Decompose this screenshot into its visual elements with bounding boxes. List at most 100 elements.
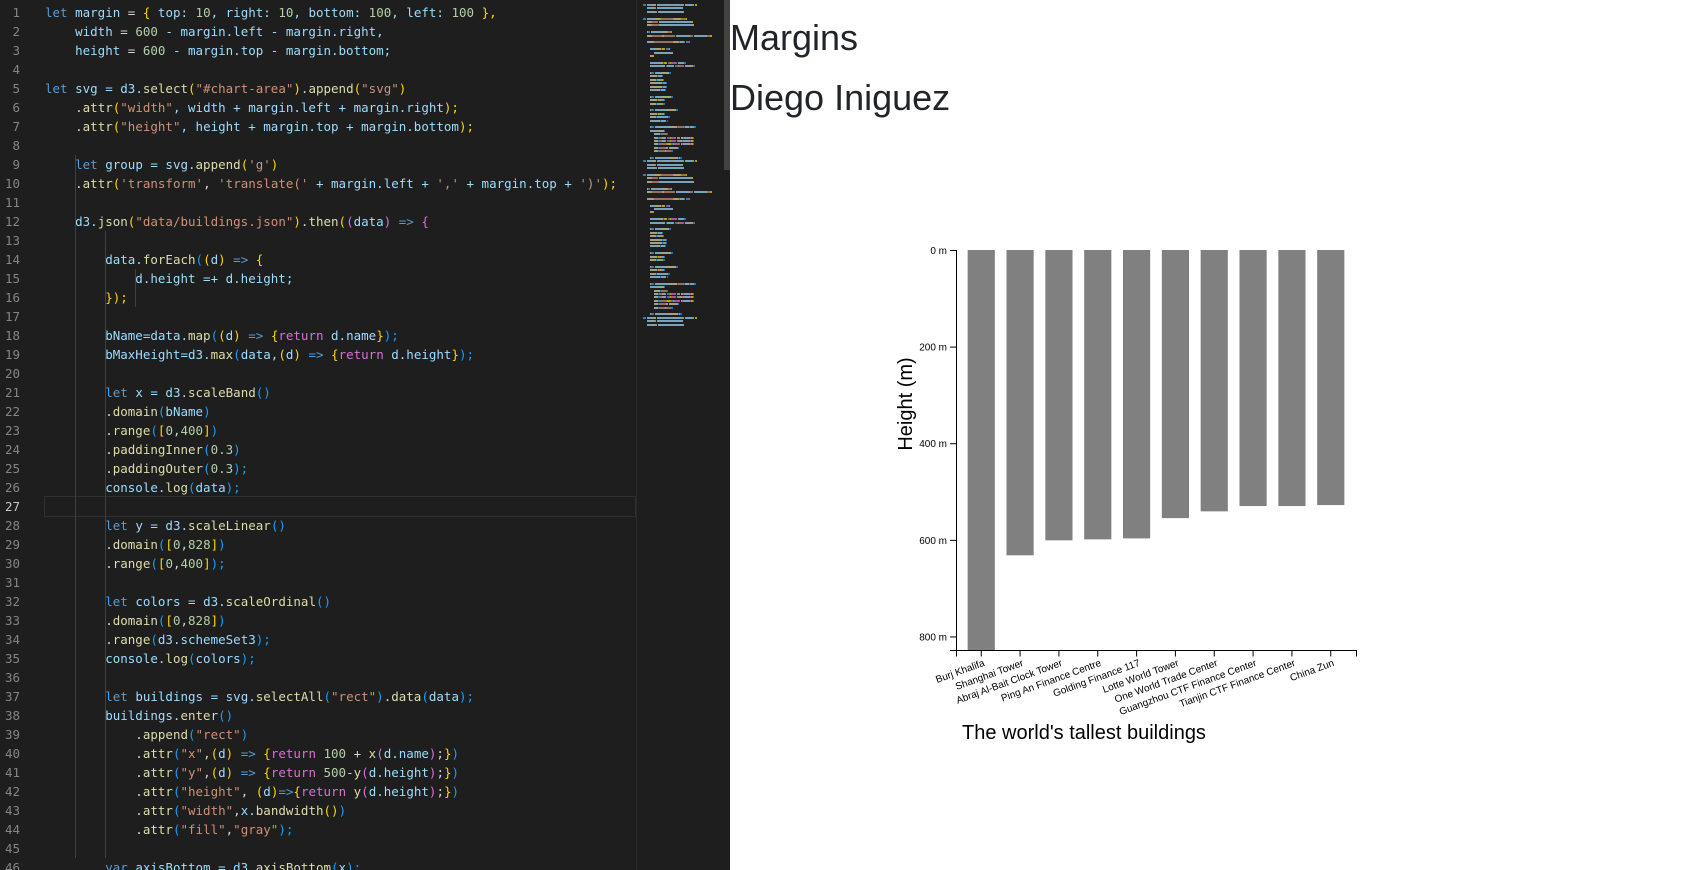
- code-line[interactable]: let margin = { top: 10, right: 10, botto…: [45, 3, 497, 22]
- minimap-line: [663, 191, 675, 193]
- code-line[interactable]: let buildings = svg.selectAll("rect").da…: [45, 687, 474, 706]
- bar: [1006, 250, 1034, 556]
- code-line[interactable]: let x = d3.scaleBand(): [45, 383, 271, 402]
- minimap-line: [690, 21, 693, 23]
- minimap-line: [664, 269, 666, 272]
- minimap-line: [676, 265, 679, 268]
- minimap-line: [653, 7, 657, 10]
- minimap-line: [654, 282, 664, 285]
- minimap-line: [675, 191, 690, 193]
- line-number: 36: [4, 670, 20, 685]
- line-number: 26: [4, 480, 20, 495]
- minimap-line: [651, 157, 654, 159]
- code-line[interactable]: .attr("width", width + margin.left + mar…: [45, 98, 459, 117]
- minimap-line: [666, 133, 668, 136]
- code-editor[interactable]: 1 2 3 4 5 6 7 8 9 10 11 12 13 14 15 16 17 18 19 20 21 22 23 24 2…: [0, 0, 730, 870]
- code-line[interactable]: .range([0,400]);: [45, 554, 225, 573]
- minimap-line: [674, 143, 680, 146]
- minimap-line: [665, 136, 667, 139]
- bar: [1317, 250, 1345, 506]
- line-number: 27: [4, 499, 20, 514]
- code-line[interactable]: d3.json("data/buildings.json").then((dat…: [45, 212, 429, 231]
- code-line[interactable]: let svg = d3.select("#chart-area").appen…: [45, 79, 406, 98]
- minimap-line: [653, 320, 657, 323]
- code-line[interactable]: .domain(bName): [45, 402, 210, 421]
- minimap-line: [665, 82, 667, 85]
- minimap-line: [682, 299, 690, 302]
- code-line[interactable]: bName=data.map((d) => {return d.name});: [45, 326, 399, 345]
- code-line[interactable]: .range(d3.schemeSet3);: [45, 630, 271, 649]
- minimap-line: [670, 296, 677, 299]
- code-line[interactable]: var axisBottom = d3.axisBottom(x);: [45, 858, 361, 870]
- minimap-line: [665, 61, 667, 64]
- minimap-line: [678, 65, 684, 68]
- minimap[interactable]: [636, 0, 725, 870]
- line-number: 44: [4, 822, 20, 837]
- minimap-line: [652, 24, 660, 27]
- code-line[interactable]: d.height =+ d.height;: [45, 269, 293, 288]
- code-line[interactable]: let y = d3.scaleLinear(): [45, 516, 286, 535]
- code-line[interactable]: console.log(colors);: [45, 649, 256, 668]
- code-line[interactable]: width = 600 - margin.left - margin.right…: [45, 22, 384, 41]
- minimap-line: [693, 282, 696, 285]
- line-number: 3: [12, 43, 20, 58]
- code-line[interactable]: buildings.enter(): [45, 706, 233, 725]
- minimap-line: [651, 265, 654, 268]
- minimap-line: [651, 313, 654, 316]
- minimap-line: [653, 208, 673, 210]
- code-line[interactable]: .attr("y",(d) => {return 500-y(d.height)…: [45, 763, 459, 782]
- minimap-line: [684, 160, 692, 163]
- minimap-line: [669, 228, 671, 231]
- bar: [1045, 250, 1073, 541]
- minimap-line: [665, 109, 677, 112]
- code-area[interactable]: let margin = { top: 10, right: 10, botto…: [44, 0, 636, 870]
- code-line[interactable]: let group = svg.append('g'): [45, 155, 278, 174]
- code-line[interactable]: bMaxHeight=d3.max(data,(d) => {return d.…: [45, 345, 474, 364]
- minimap-line: [674, 299, 680, 302]
- x-axis-line: [956, 650, 1357, 657]
- minimap-line: [666, 119, 669, 122]
- minimap-line: [651, 126, 654, 129]
- minimap-line: [652, 34, 663, 37]
- y-tick-label: 200 m: [919, 343, 947, 354]
- minimap-line: [657, 163, 684, 166]
- minimap-line: [682, 140, 690, 142]
- code-line[interactable]: height = 600 - margin.top - margin.botto…: [45, 41, 391, 60]
- minimap-line: [669, 282, 678, 285]
- code-line[interactable]: .attr("x",(d) => {return 100 + x(d.name)…: [45, 744, 459, 763]
- minimap-line: [651, 242, 662, 244]
- minimap-line: [664, 245, 667, 248]
- minimap-line: [671, 218, 677, 221]
- chart-title: The world's tallest buildings: [962, 722, 1206, 744]
- code-line[interactable]: .attr("fill","gray");: [45, 820, 293, 839]
- code-line[interactable]: .attr('transform', 'translate(' + margin…: [45, 174, 617, 193]
- code-line[interactable]: .attr("height", (d)=>{return y(d.height)…: [45, 782, 459, 801]
- code-line[interactable]: data.forEach((d) => {: [45, 250, 263, 269]
- minimap-line: [680, 313, 682, 316]
- line-number: 21: [4, 385, 20, 400]
- code-line[interactable]: .attr("height", height + margin.top + ma…: [45, 117, 474, 136]
- minimap-line: [651, 109, 654, 112]
- code-line[interactable]: .range([0,400]): [45, 421, 218, 440]
- minimap-line: [665, 296, 667, 299]
- line-number: 1: [12, 5, 20, 20]
- minimap-line: [672, 316, 682, 319]
- line-number: 38: [4, 708, 20, 723]
- code-line[interactable]: .domain([0,828]): [45, 611, 225, 630]
- code-line[interactable]: [44, 496, 636, 517]
- code-line[interactable]: let colors = d3.scaleOrdinal(): [45, 592, 331, 611]
- minimap-line: [650, 89, 658, 91]
- minimap-line: [656, 272, 669, 275]
- code-line[interactable]: });: [45, 288, 128, 307]
- minimap-line: [690, 177, 693, 180]
- bar: [1161, 250, 1190, 519]
- minimap-line: [643, 160, 646, 163]
- code-line[interactable]: .attr("width",x.bandwidth()): [45, 801, 346, 820]
- indent-guide: [75, 155, 76, 858]
- line-number: 34: [4, 632, 20, 647]
- minimap-line: [671, 150, 673, 153]
- bar: [1239, 250, 1267, 507]
- minimap-line: [659, 24, 693, 27]
- minimap-line: [664, 48, 665, 51]
- code-line[interactable]: .domain([0,828]): [45, 535, 225, 554]
